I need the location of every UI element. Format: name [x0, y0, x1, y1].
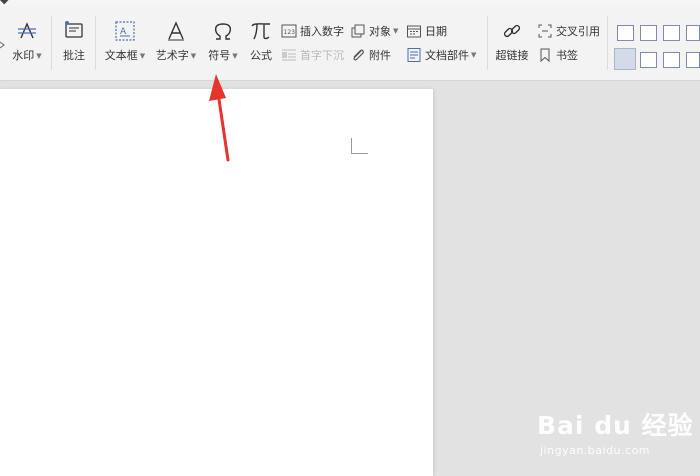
wordart-button[interactable]: 艺术字 ▼	[155, 20, 197, 63]
bookmark-label: 书签	[556, 49, 578, 62]
cross-reference-label: 交叉引用	[556, 25, 600, 38]
attachment-label: 附件	[369, 49, 391, 62]
watermark-button[interactable]: 水印 ▼	[11, 20, 43, 63]
partial-control-icon[interactable]	[686, 52, 700, 68]
bookmark-icon	[540, 48, 550, 63]
calendar-icon	[407, 25, 421, 38]
object-button[interactable]: 对象 ▼	[350, 22, 398, 40]
comment-icon	[65, 21, 83, 38]
textbox-button[interactable]: A 文本框 ▼	[103, 20, 147, 63]
textbox-icon: A	[115, 21, 135, 41]
properties-control-icon[interactable]	[663, 52, 680, 68]
attachment-button[interactable]: 附件	[350, 46, 391, 64]
partial-icon	[0, 40, 6, 50]
object-icon	[351, 24, 365, 38]
object-label: 对象	[369, 25, 391, 38]
symbol-button[interactable]: 符号 ▼	[207, 20, 239, 63]
baidu-watermark-url: jingyan.baidu.com	[540, 444, 651, 457]
number-icon: 123	[281, 24, 297, 38]
paperclip-icon	[353, 49, 364, 61]
divider	[487, 16, 488, 70]
bookmark-button[interactable]: 书签	[537, 46, 578, 64]
insert-number-label: 插入数字	[300, 25, 344, 38]
document-page[interactable]	[0, 89, 433, 476]
watermark-label: 水印	[12, 49, 35, 62]
formula-label: 公式	[250, 49, 272, 62]
partial-control-icon[interactable]	[686, 25, 700, 41]
date-button[interactable]: 日期	[406, 22, 447, 40]
comment-label: 批注	[63, 49, 85, 62]
pi-icon	[251, 23, 271, 40]
chevron-down-icon: ▼	[471, 51, 477, 59]
date-label: 日期	[425, 25, 447, 38]
cross-reference-button[interactable]: 交叉引用	[537, 22, 600, 40]
chevron-down-icon: ▼	[232, 52, 238, 60]
doc-parts-button[interactable]: 文档部件 ▼	[406, 46, 476, 64]
divider	[95, 16, 96, 70]
margin-corner-marker	[351, 138, 368, 154]
baidu-watermark: Bai du 经验	[537, 411, 694, 440]
drop-cap-icon	[282, 49, 296, 61]
divider	[607, 16, 608, 70]
svg-text:123: 123	[284, 29, 296, 36]
chevron-down-icon: ▼	[393, 27, 399, 35]
textbox-label: 文本框	[104, 49, 138, 62]
omega-icon	[214, 23, 232, 40]
form-field-icon[interactable]	[617, 25, 634, 41]
wordart-label: 艺术字	[155, 49, 189, 62]
hyperlink-label: 超链接	[495, 49, 529, 62]
chevron-down-icon: ▼	[190, 52, 197, 60]
chevron-down-icon: ▼	[36, 52, 42, 60]
doc-parts-label: 文档部件	[425, 49, 469, 62]
symbol-label: 符号	[208, 49, 231, 62]
picture-control-icon[interactable]	[640, 52, 657, 68]
watermark-icon	[18, 22, 36, 39]
hyperlink-button[interactable]: 超链接	[494, 20, 530, 63]
combo-control-icon[interactable]	[663, 25, 680, 41]
design-mode-button[interactable]	[614, 48, 636, 70]
formula-button[interactable]: 公式	[246, 20, 276, 63]
document-parts-icon	[407, 48, 421, 62]
comment-button[interactable]: 批注	[60, 20, 88, 63]
cross-reference-icon	[538, 24, 552, 38]
insert-number-button[interactable]: 123 插入数字	[281, 22, 344, 40]
divider	[51, 16, 52, 70]
chevron-down-icon: ▼	[139, 52, 146, 60]
insert-ribbon: 水印 ▼ 批注 A 文本框 ▼ 艺术字 ▼ 符号 ▼ 公式 123 插入数字 首…	[0, 6, 700, 81]
checkbox-control-icon[interactable]	[640, 25, 657, 41]
drop-cap-label: 首字下沉	[300, 49, 344, 62]
link-icon	[503, 24, 521, 38]
wordart-icon	[168, 21, 184, 41]
drop-cap-button[interactable]: 首字下沉	[281, 46, 344, 64]
